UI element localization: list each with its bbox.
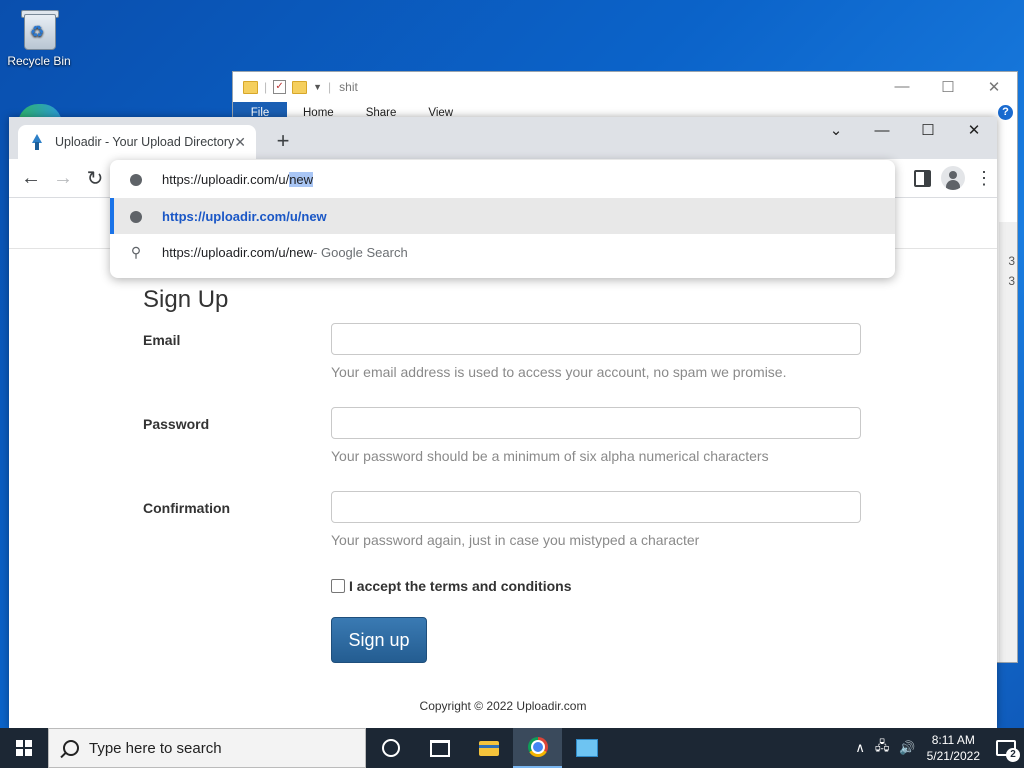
confirmation-help-text: Your password again, just in case you mi…: [331, 532, 700, 548]
terms-row: I accept the terms and conditions: [331, 578, 572, 594]
explorer-scrollbar[interactable]: [999, 222, 1017, 662]
omnibox-dropdown: https://uploadir.com/u/new https://uploa…: [110, 160, 895, 278]
clock[interactable]: 8:11 AM 5/21/2022: [927, 732, 980, 764]
tab-title: Uploadir - Your Upload Directory: [55, 135, 235, 149]
cortana-button[interactable]: [366, 728, 415, 768]
password-label: Password: [143, 416, 210, 432]
volume-icon[interactable]: 🔊: [899, 740, 915, 756]
windows-logo-icon: [16, 740, 32, 756]
omnibox-input-row[interactable]: https://uploadir.com/u/new: [110, 160, 895, 198]
control-panel-icon: [575, 739, 598, 757]
recycle-bin-label: Recycle Bin: [7, 54, 71, 68]
system-tray: ∧ 🖧 🔊 8:11 AM 5/21/2022 2: [850, 728, 1024, 768]
profile-avatar-icon[interactable]: [941, 166, 965, 190]
explorer-title: shit: [339, 80, 358, 94]
forward-button[interactable]: →: [47, 167, 79, 190]
network-icon[interactable]: 🖧: [875, 737, 890, 759]
tab-strip: Uploadir - Your Upload Directory ✕ + ⌄ —…: [9, 117, 997, 159]
task-view-button[interactable]: [415, 728, 464, 768]
email-label: Email: [143, 332, 181, 348]
terms-label[interactable]: I accept the terms and conditions: [349, 578, 572, 594]
folder-icon: [243, 80, 258, 94]
menu-kebab-icon[interactable]: ⋮: [975, 168, 993, 189]
quick-access-dropdown-icon[interactable]: ▼: [313, 82, 322, 92]
close-window-button[interactable]: ✕: [951, 117, 997, 145]
page-title: Sign Up: [143, 286, 229, 313]
file-explorer-taskbar-button[interactable]: [464, 728, 513, 768]
sign-up-button[interactable]: Sign up: [331, 617, 427, 663]
notification-center-button[interactable]: 2: [990, 728, 1024, 768]
chrome-icon: [527, 737, 548, 757]
control-panel-taskbar-button[interactable]: [562, 728, 611, 768]
confirmation-label: Confirmation: [143, 500, 231, 516]
omnibox-suggestion[interactable]: ⚲ https://uploadir.com/u/new - Google Se…: [110, 234, 895, 270]
browser-tab-active[interactable]: Uploadir - Your Upload Directory ✕: [18, 125, 256, 159]
tray-overflow-chevron-icon[interactable]: ∧: [855, 740, 865, 756]
explorer-maximize-button[interactable]: ☐: [925, 78, 971, 96]
address-bar-input[interactable]: https://uploadir.com/u/new: [162, 171, 314, 187]
cortana-icon: [381, 739, 400, 757]
suggestion-url: https://uploadir.com/u/new: [162, 244, 314, 260]
clock-time: 8:11 AM: [931, 733, 975, 747]
notification-count: 2: [1006, 748, 1020, 762]
tab-search-button[interactable]: ⌄: [813, 117, 859, 145]
taskbar-search-box[interactable]: Type here to search: [48, 728, 366, 768]
password-field[interactable]: [331, 407, 861, 439]
terms-checkbox[interactable]: [331, 579, 345, 593]
explorer-close-button[interactable]: ✕: [971, 78, 1017, 96]
email-help-text: Your email address is used to access you…: [331, 364, 787, 380]
new-folder-icon[interactable]: [292, 80, 308, 94]
maximize-button[interactable]: ☐: [905, 117, 951, 145]
new-tab-button[interactable]: +: [269, 128, 297, 154]
explorer-titlebar: | ✓ ▼ | shit — ☐ ✕: [233, 72, 1017, 102]
recycle-bin-icon: ♻: [20, 8, 59, 50]
signup-page: Sign Up Email Your email address is used…: [9, 248, 997, 729]
start-button[interactable]: [0, 728, 48, 768]
address-selected-text: new: [289, 171, 314, 187]
copyright-footer: Copyright © 2022 Uploadir.com: [419, 699, 587, 713]
email-field[interactable]: [331, 323, 861, 355]
minimize-button[interactable]: —: [859, 117, 905, 145]
suggestion-url: https://uploadir.com/u/new: [162, 208, 327, 224]
globe-icon: [110, 208, 162, 224]
explorer-side-text: 3: [1008, 254, 1015, 268]
tab-close-icon[interactable]: ✕: [234, 134, 246, 151]
recycle-bin[interactable]: ♻ Recycle Bin: [6, 8, 72, 68]
address-text: https://uploadir.com/u/: [162, 171, 290, 187]
taskbar-search-placeholder: Type here to search: [89, 739, 222, 757]
suggestion-suffix: - Google Search: [313, 244, 408, 260]
side-panel-icon[interactable]: [914, 169, 931, 187]
clock-date: 5/21/2022: [926, 749, 980, 763]
password-help-text: Your password should be a minimum of six…: [331, 448, 769, 464]
explorer-minimize-button[interactable]: —: [879, 78, 925, 96]
uploadir-favicon: [30, 134, 43, 150]
reload-button[interactable]: ↻: [79, 166, 111, 191]
explorer-side-text: 3: [1008, 274, 1015, 288]
help-icon[interactable]: ?: [998, 105, 1013, 120]
globe-icon: [110, 171, 162, 187]
back-button[interactable]: ←: [15, 167, 47, 190]
task-view-icon: [429, 739, 450, 757]
confirmation-field[interactable]: [331, 491, 861, 523]
taskbar: Type here to search ∧ 🖧 🔊 8:11 AM 5/21/2…: [0, 728, 1024, 768]
omnibox-suggestion[interactable]: https://uploadir.com/u/new: [110, 198, 895, 234]
search-icon: ⚲: [130, 243, 142, 260]
properties-icon[interactable]: ✓: [273, 80, 287, 94]
search-icon: [63, 740, 79, 756]
file-explorer-icon: [478, 740, 499, 756]
chrome-taskbar-button[interactable]: [513, 728, 562, 768]
